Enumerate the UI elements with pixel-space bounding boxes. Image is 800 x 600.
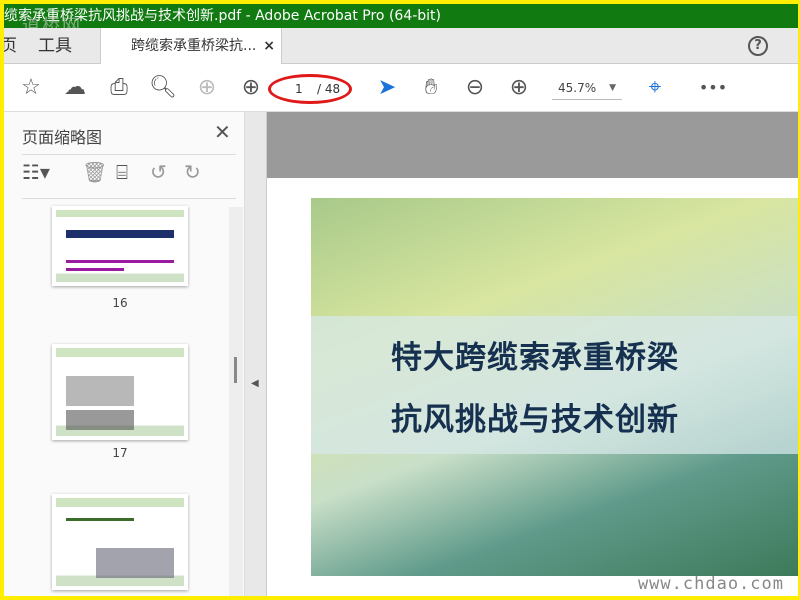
tab-document[interactable]: 跨缆索承重桥梁抗... ×	[100, 28, 282, 65]
fit-page-icon[interactable]: ⌖	[640, 74, 670, 102]
slide-title-line1: 特大跨缆索承重桥梁	[391, 340, 679, 376]
more-icon[interactable]: •••	[698, 74, 728, 102]
tab-bar: 页 工具 跨缆索承重桥梁抗... × ?	[4, 28, 798, 65]
previous-page-icon[interactable]: ⊕	[192, 74, 222, 102]
page-number-label: 16	[112, 296, 128, 310]
star-icon[interactable]: ☆	[16, 74, 46, 102]
options-menu-icon[interactable]: ☷▾	[22, 160, 50, 184]
collapse-panel-strip[interactable]: ◀	[245, 112, 267, 596]
tab-tools[interactable]: 工具	[38, 28, 72, 64]
collapse-arrow-icon[interactable]: ◀	[251, 378, 259, 389]
chevron-down-icon: ▼	[609, 83, 616, 93]
next-page-icon[interactable]: ⊕	[236, 74, 266, 102]
tab-home[interactable]: 页	[4, 28, 17, 64]
thumbnail-page-16[interactable]	[52, 206, 188, 286]
current-page[interactable]: 1	[295, 77, 303, 101]
thumbnail-scrollbar[interactable]	[229, 207, 243, 596]
zoom-level-select[interactable]: 45.7% ▼	[552, 78, 622, 100]
close-tab-icon[interactable]: ×	[263, 28, 275, 64]
slide-page-1: 特大跨缆索承重桥梁 抗风挑战与技术创新	[311, 198, 798, 576]
acrobat-window: 缆索承重桥梁抗风挑战与技术创新.pdf - Adobe Acrobat Pro …	[4, 4, 798, 596]
document-view[interactable]: 特大跨缆索承重桥梁 抗风挑战与技术创新 www.chdao.com	[267, 112, 798, 596]
divider	[22, 198, 236, 199]
page-number-field[interactable]: 1 / 48	[268, 74, 352, 104]
toolbar: ☆ ☁ ⎙ 🔍︎ ⊕ ⊕ 1 / 48 ➤ ✋︎ ⊖ ⊕ 45.7% ▼ ⌖ •••	[4, 64, 798, 112]
rotate-right-icon[interactable]: ↻	[184, 160, 201, 184]
hand-tool-icon[interactable]: ✋︎	[416, 74, 446, 102]
close-panel-icon[interactable]: ✕	[214, 120, 231, 144]
zoom-in-icon[interactable]: ⊕	[504, 74, 534, 102]
rotate-left-icon[interactable]: ↺	[150, 160, 167, 184]
thumbnail-page-18[interactable]	[52, 494, 188, 590]
thumbnail-panel: 页面缩略图 ✕ ☷▾ 🗑︎ ⌸ ↺ ↻ 16 17	[4, 112, 245, 596]
site-watermark: www.chdao.com	[637, 574, 784, 594]
title-bar: 缆索承重桥梁抗风挑战与技术创新.pdf - Adobe Acrobat Pro …	[4, 4, 798, 28]
page-number-label: 17	[112, 446, 128, 460]
zoom-value: 45.7%	[558, 81, 597, 95]
thumbnail-page-17[interactable]	[52, 344, 188, 440]
scrollbar-handle[interactable]	[234, 357, 237, 383]
print-icon[interactable]: ⎙	[104, 74, 134, 102]
page-gap	[267, 112, 798, 178]
select-cursor-icon[interactable]: ➤	[372, 74, 402, 102]
zoom-out-icon[interactable]: ⊖	[460, 74, 490, 102]
total-pages: / 48	[317, 82, 341, 96]
search-icon[interactable]: 🔍︎	[148, 74, 178, 102]
tab-document-label: 跨缆索承重桥梁抗...	[131, 38, 257, 54]
upload-cloud-icon[interactable]: ☁	[60, 74, 90, 102]
divider	[22, 154, 236, 155]
panel-title: 页面缩略图	[22, 128, 103, 147]
insert-page-icon[interactable]: ⌸	[116, 160, 128, 184]
slide-title-line2: 抗风挑战与技术创新	[391, 402, 679, 438]
trash-icon[interactable]: 🗑︎	[82, 160, 107, 184]
help-icon[interactable]: ?	[748, 36, 768, 56]
